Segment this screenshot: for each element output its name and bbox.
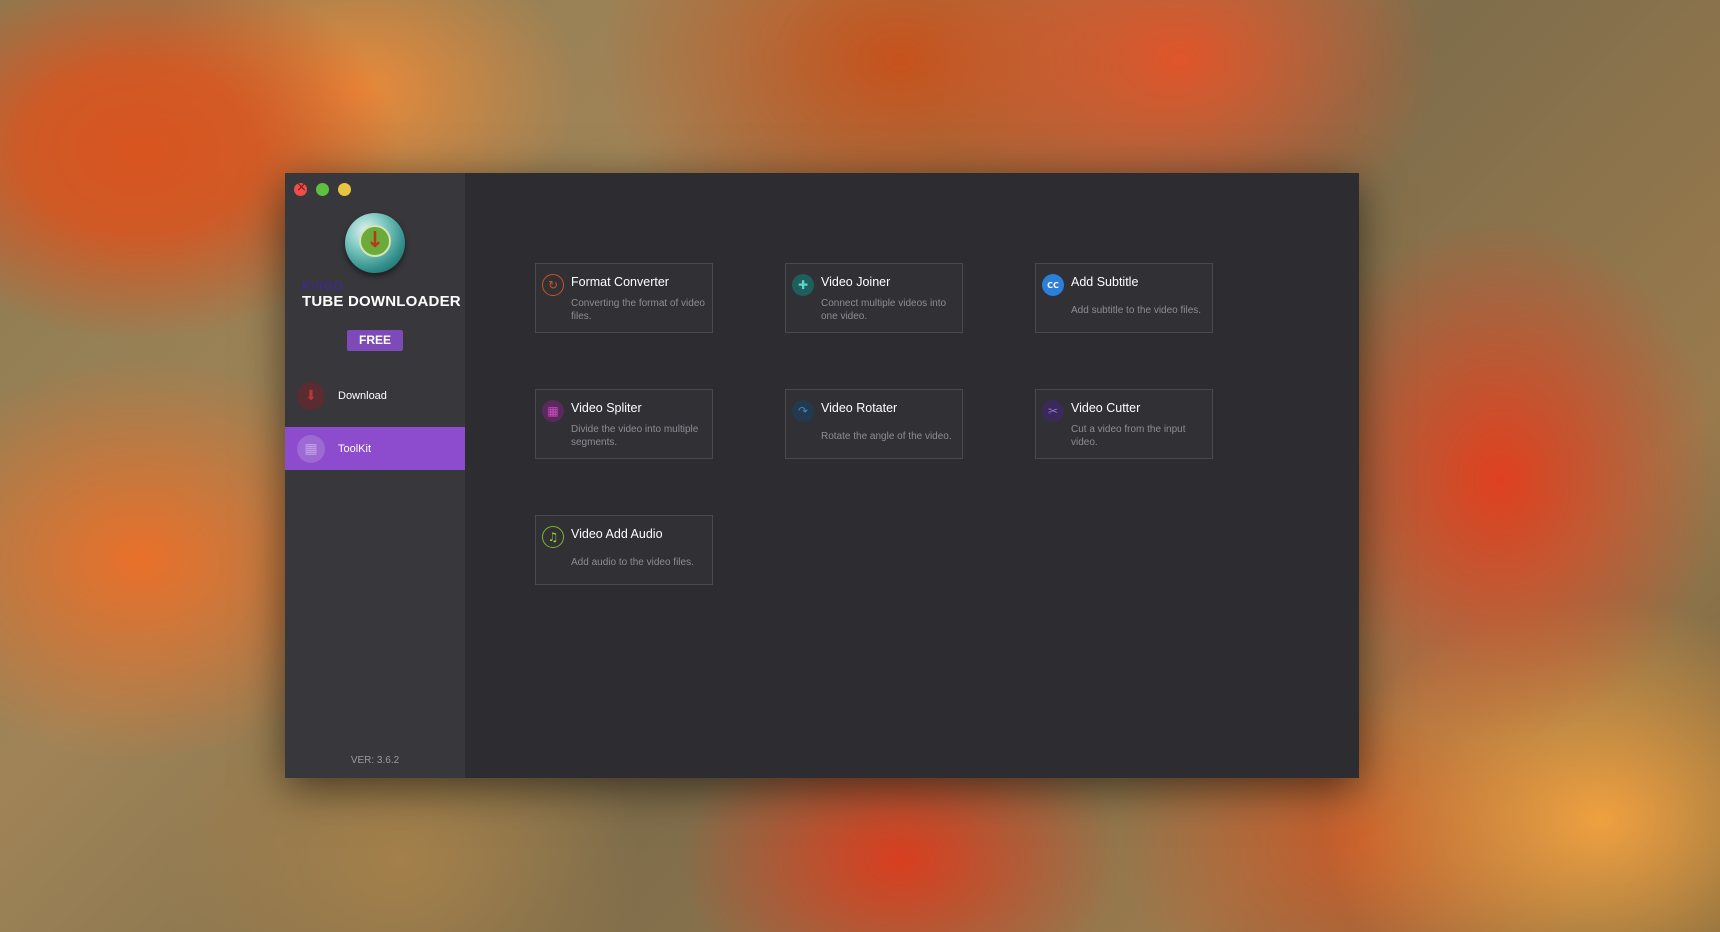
app-logo: ↓ xyxy=(345,213,405,273)
toolkit-panel: ↻ Format Converter Converting the format… xyxy=(465,173,1359,778)
tool-card-video-cutter[interactable]: ✂ Video Cutter Cut a video from the inpu… xyxy=(1035,389,1213,459)
window-controls xyxy=(294,180,351,196)
tool-card-video-rotater[interactable]: ↷ Video Rotater Rotate the angle of the … xyxy=(785,389,963,459)
tool-description: Add audio to the video files. xyxy=(571,557,694,568)
tool-description: Connect multiple videos into one video. xyxy=(821,298,947,322)
tool-title: Video Joiner xyxy=(821,275,891,289)
app-title: TUBE DOWNLOADER xyxy=(302,293,461,310)
tool-description: Divide the video into multiple segments. xyxy=(571,424,699,448)
scissors-icon: ✂ xyxy=(1042,400,1064,422)
brand-name: KVIGO xyxy=(302,279,344,293)
rotate-icon: ↷ xyxy=(792,400,814,422)
app-window: ↓ KVIGO TUBE DOWNLOADER FREE ⬇ Download … xyxy=(285,173,1359,778)
close-window-button[interactable] xyxy=(294,180,307,196)
download-arrow-icon: ↓ xyxy=(359,225,391,257)
tool-title: Video Rotater xyxy=(821,401,898,415)
version-label: VER: 3.6.2 xyxy=(350,755,400,766)
maximize-window-button[interactable] xyxy=(338,183,351,196)
tool-card-format-converter[interactable]: ↻ Format Converter Converting the format… xyxy=(535,263,713,333)
tool-card-video-spliter[interactable]: ▦ Video Spliter Divide the video into mu… xyxy=(535,389,713,459)
plan-badge[interactable]: FREE xyxy=(347,330,403,351)
tool-description: Rotate the angle of the video. xyxy=(821,431,952,442)
sidebar-item-download[interactable]: ⬇ Download xyxy=(285,374,465,417)
tool-title: Video Add Audio xyxy=(571,527,663,541)
puzzle-icon: ✚ xyxy=(792,274,814,296)
sidebar-item-toolkit[interactable]: ▦ ToolKit xyxy=(285,427,465,470)
tool-title: Video Cutter xyxy=(1071,401,1141,415)
tool-description: Add subtitle to the video files. xyxy=(1071,305,1202,316)
download-icon: ⬇ xyxy=(297,381,325,410)
sidebar: ↓ KVIGO TUBE DOWNLOADER FREE ⬇ Download … xyxy=(285,173,465,778)
tool-title: Add Subtitle xyxy=(1071,275,1139,289)
tool-card-video-joiner[interactable]: ✚ Video Joiner Connect multiple videos i… xyxy=(785,263,963,333)
tool-description: Cut a video from the input video. xyxy=(1071,424,1186,448)
sidebar-item-label: Download xyxy=(338,389,387,402)
minimize-window-button[interactable] xyxy=(316,183,329,196)
refresh-icon: ↻ xyxy=(542,274,564,296)
tool-card-add-subtitle[interactable]: CC Add Subtitle Add subtitle to the vide… xyxy=(1035,263,1213,333)
grid-icon: ▦ xyxy=(297,434,325,463)
sidebar-item-label: ToolKit xyxy=(338,442,372,455)
tool-description: Converting the format of video files. xyxy=(571,298,705,322)
music-icon: ♫ xyxy=(542,526,564,548)
tool-card-video-add-audio[interactable]: ♫ Video Add Audio Add audio to the video… xyxy=(535,515,713,585)
grid-icon: ▦ xyxy=(542,400,564,422)
tool-title: Format Converter xyxy=(571,275,669,289)
desktop-background: ↓ KVIGO TUBE DOWNLOADER FREE ⬇ Download … xyxy=(0,0,1720,932)
cc-icon: CC xyxy=(1042,274,1064,296)
tool-title: Video Spliter xyxy=(571,401,642,415)
